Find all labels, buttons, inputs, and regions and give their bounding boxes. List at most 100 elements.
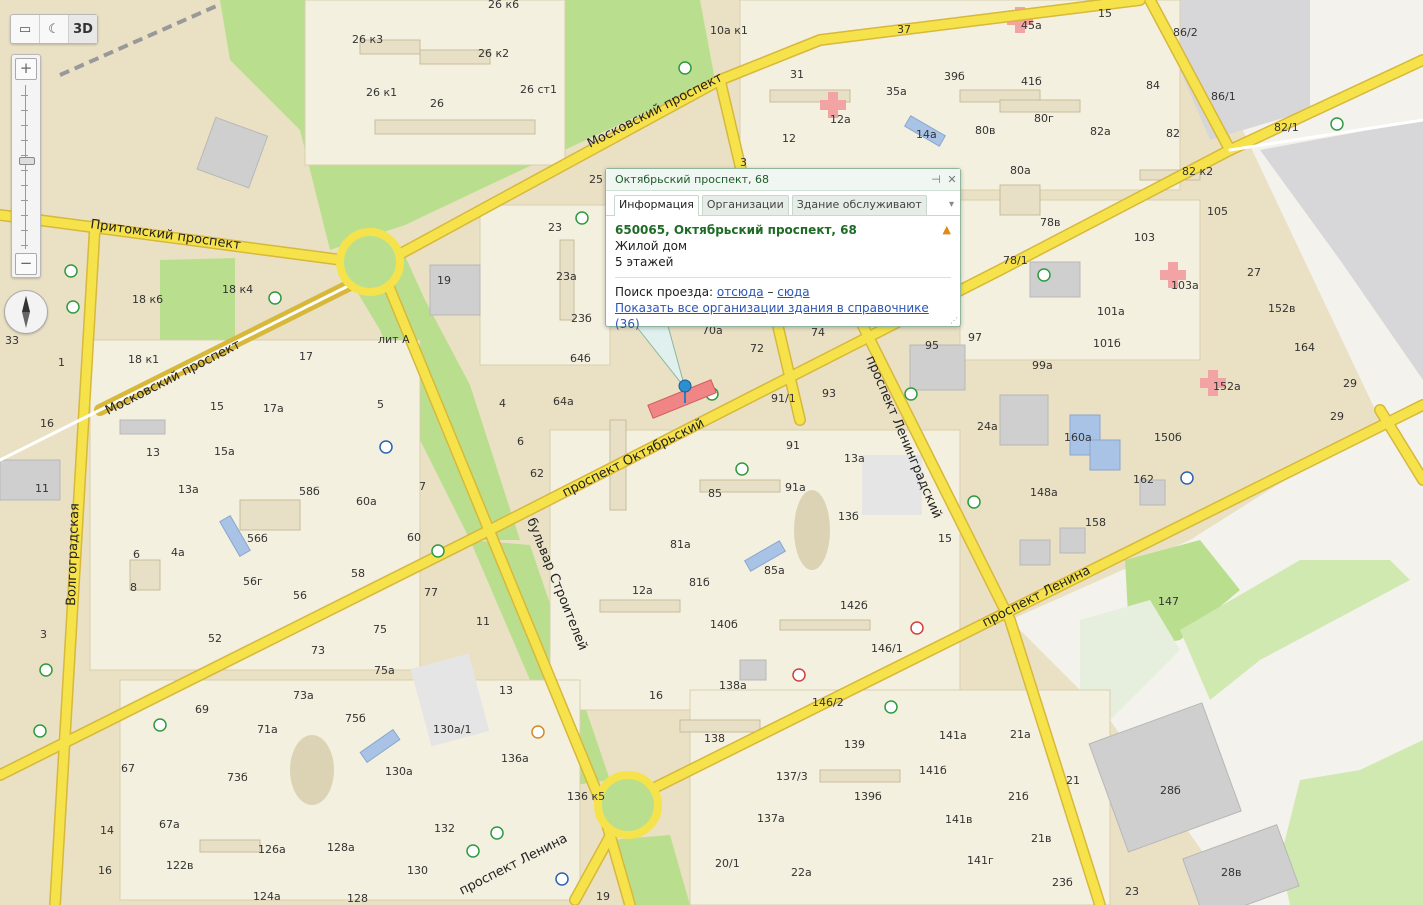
house-number: 23б (571, 312, 592, 325)
house-number: 12а (632, 584, 653, 597)
house-number: 15 (938, 532, 952, 545)
chevron-down-icon[interactable]: ▾ (949, 195, 954, 215)
house-number: 56г (243, 575, 263, 588)
show-organizations-link[interactable]: Показать все организации здания в справо… (615, 301, 929, 315)
zoom-slider-thumb[interactable] (19, 157, 35, 165)
house-number: 99а (1032, 359, 1053, 372)
city-map[interactable]: Притомский проспект Московский проспект … (0, 0, 1423, 905)
route-to-link[interactable]: сюда (777, 285, 809, 299)
house-number: 58 (351, 567, 365, 580)
house-number: 64а (553, 395, 574, 408)
house-number: 19 (437, 274, 451, 287)
house-number: 82 к2 (1182, 165, 1213, 178)
house-number: 136а (501, 752, 529, 765)
route-button[interactable]: ☾ (40, 15, 69, 43)
route-search: Поиск проезда: отсюда – сюда (615, 285, 810, 299)
house-number: 105 (1207, 205, 1228, 218)
house-number: 146/1 (871, 642, 903, 655)
house-number: 14а (916, 128, 937, 141)
pin-icon[interactable]: ⊣ (928, 173, 944, 186)
house-number: 56б (247, 532, 268, 545)
house-number: 93 (822, 387, 836, 400)
house-number: 33 (5, 334, 19, 347)
compass-icon (22, 296, 30, 328)
house-number: 39б (944, 70, 965, 83)
house-number: 95 (925, 339, 939, 352)
address-line: 650065, Октябрьский проспект, 68 ▲ (615, 222, 951, 238)
ruler-icon: ▭ (18, 21, 32, 37)
3d-mode-button[interactable]: 3D (69, 15, 97, 43)
resize-grip-icon[interactable]: ⋰ (950, 316, 958, 325)
close-icon[interactable]: ✕ (944, 173, 960, 186)
house-number: 13а (178, 483, 199, 496)
warning-icon[interactable]: ▲ (943, 222, 951, 238)
house-number: 16 (40, 417, 54, 430)
house-number: 160а (1064, 431, 1092, 444)
house-number: 86/2 (1173, 26, 1198, 39)
house-number: 16 (98, 864, 112, 877)
house-number: 18 к1 (128, 353, 159, 366)
house-number: 85 (708, 487, 722, 500)
zoom-in-button[interactable]: + (15, 58, 37, 80)
house-number: 5 (377, 398, 384, 411)
route-from-link[interactable]: отсюда (717, 285, 764, 299)
house-number: 152в (1268, 302, 1295, 315)
house-number: 11 (35, 482, 49, 495)
house-number: 137/3 (776, 770, 808, 783)
house-number: лит А (378, 333, 410, 346)
house-number: 26 к3 (352, 33, 383, 46)
zoom-out-button[interactable]: − (15, 253, 37, 275)
house-number: 136 к5 (567, 790, 605, 803)
house-number: 152а (1213, 380, 1241, 393)
house-number: 86/1 (1211, 90, 1236, 103)
house-number: 6 (133, 548, 140, 561)
compass-control[interactable] (4, 290, 48, 334)
house-number: 82 (1166, 127, 1180, 140)
house-number: 72 (750, 342, 764, 355)
house-number: 130а/1 (433, 723, 471, 736)
house-number: 4 (499, 397, 506, 410)
house-number: 141а (939, 729, 967, 742)
house-number: 82/1 (1274, 121, 1299, 134)
tab-building-services[interactable]: Здание обслуживают (791, 195, 927, 215)
house-number: 85а (764, 564, 785, 577)
house-number: 78/1 (1003, 254, 1028, 267)
house-number: 73б (227, 771, 248, 784)
house-number: 150б (1154, 431, 1182, 444)
house-number: 146/2 (812, 696, 844, 709)
house-number: 58б (299, 485, 320, 498)
balloon-title: Октябрьский проспект, 68 (615, 173, 770, 186)
house-number: 17 (299, 350, 313, 363)
ruler-button[interactable]: ▭ (11, 15, 40, 43)
house-number: 164 (1294, 341, 1315, 354)
house-number: 12 (782, 132, 796, 145)
house-number: 52 (208, 632, 222, 645)
tab-information[interactable]: Информация (614, 195, 699, 216)
house-number: 75а (374, 664, 395, 677)
house-number: 21б (1008, 790, 1029, 803)
house-number: 7 (419, 480, 426, 493)
house-number: 41б (1021, 75, 1042, 88)
house-number: 13 (499, 684, 513, 697)
house-number: 139 (844, 738, 865, 751)
house-number: 37 (897, 23, 911, 36)
house-number: 141б (919, 764, 947, 777)
house-number: 62 (530, 467, 544, 480)
house-number: 139б (854, 790, 882, 803)
house-number: 14 (100, 824, 114, 837)
house-number: 103а (1171, 279, 1199, 292)
house-number: 21в (1031, 832, 1051, 845)
house-number: 23 (1125, 885, 1139, 898)
house-number: 67а (159, 818, 180, 831)
house-number: 22а (791, 866, 812, 879)
house-number: 82а (1090, 125, 1111, 138)
house-number: 15 (210, 400, 224, 413)
house-number: 80а (1010, 164, 1031, 177)
house-number: 101а (1097, 305, 1125, 318)
house-number: 64б (570, 352, 591, 365)
house-number: 23 (548, 221, 562, 234)
house-number: 128а (327, 841, 355, 854)
tab-organizations[interactable]: Организации (701, 195, 789, 215)
house-number: 13б (838, 510, 859, 523)
house-number: 97 (968, 331, 982, 344)
